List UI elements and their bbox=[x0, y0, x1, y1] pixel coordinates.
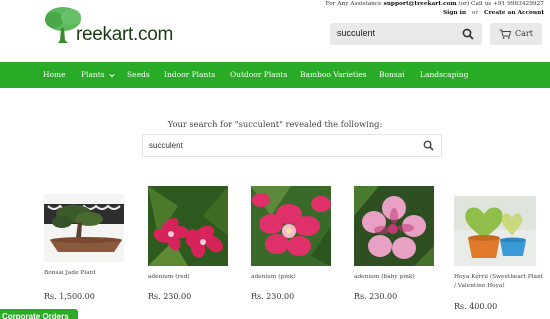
search-icon[interactable] bbox=[423, 140, 434, 151]
chevron-down-icon bbox=[109, 73, 115, 77]
nav-item-plants-label: Plants bbox=[81, 70, 105, 79]
product-image-adenium-pink[interactable] bbox=[251, 186, 331, 266]
nav-item-plants[interactable]: Plants bbox=[81, 70, 115, 79]
nav-item-bamboo-varieties[interactable]: Bamboo Varieties bbox=[300, 70, 367, 79]
product-image-adenium-red[interactable] bbox=[148, 186, 228, 266]
sign-in-link[interactable]: Sign in bbox=[443, 10, 466, 16]
main-nav: Home Plants Seeds Indoor Plants Outdoor … bbox=[0, 62, 550, 88]
assistance-line: For Any Assistance support@treekart.com … bbox=[326, 1, 544, 7]
nav-item-landscaping[interactable]: Landscaping bbox=[420, 70, 468, 79]
product-price: Rs. 400.00 bbox=[454, 302, 498, 311]
header-search-input[interactable]: succulent bbox=[330, 23, 482, 45]
product-price: Rs. 230.00 bbox=[251, 292, 295, 301]
product-card[interactable]: Hoya Kerrii (Sweetheart Plant / Valentin… bbox=[454, 186, 546, 311]
product-name[interactable]: adenium (baby pink) bbox=[354, 273, 434, 282]
assistance-email[interactable]: support@treekart.com bbox=[383, 1, 456, 7]
cart-icon bbox=[499, 29, 511, 39]
corporate-orders-tab[interactable]: Corporate Orders bbox=[0, 309, 78, 319]
product-price: Rs. 230.00 bbox=[148, 292, 192, 301]
account-links: Sign in or Create an Account bbox=[443, 10, 544, 16]
product-name[interactable]: Hoya Kerrii (Sweetheart Plant / Valentin… bbox=[454, 273, 546, 291]
header-search-value: succulent bbox=[337, 28, 376, 38]
search-icon[interactable] bbox=[462, 28, 474, 40]
logo-text: reekart.com bbox=[76, 24, 174, 45]
nav-item-indoor-plants[interactable]: Indoor Plants bbox=[164, 70, 215, 79]
or-separator: or bbox=[471, 10, 479, 16]
product-image-bonsai-jade[interactable] bbox=[44, 194, 124, 262]
nav-item-bonsai[interactable]: Bonsai bbox=[379, 70, 405, 79]
logo[interactable]: reekart.com bbox=[43, 6, 173, 46]
product-image-hoya-kerrii[interactable] bbox=[454, 196, 536, 266]
search-result-title: Your search for "succulent" revealed the… bbox=[167, 119, 383, 129]
product-price: Rs. 1,500.00 bbox=[44, 292, 95, 301]
results-search-input[interactable]: succulent bbox=[142, 134, 442, 157]
cart-label: Cart bbox=[515, 29, 533, 38]
product-price: Rs. 230.00 bbox=[354, 292, 398, 301]
product-card[interactable]: adenium (pink) Rs. 230.00 bbox=[251, 186, 331, 301]
product-name[interactable]: Bonsai Jade Plant bbox=[44, 269, 124, 278]
cart-button[interactable]: Cart bbox=[490, 23, 542, 45]
nav-item-home[interactable]: Home bbox=[43, 70, 66, 79]
product-name[interactable]: adenium (red) bbox=[148, 273, 228, 282]
product-card[interactable]: Bonsai Jade Plant Rs. 1,500.00 bbox=[44, 186, 124, 301]
nav-item-seeds[interactable]: Seeds bbox=[127, 70, 150, 79]
nav-item-outdoor-plants[interactable]: Outdoor Plants bbox=[230, 70, 287, 79]
assistance-phone: (or) Call us +91 9963429927 bbox=[458, 1, 544, 7]
assistance-prefix: For Any Assistance bbox=[325, 1, 382, 7]
product-name[interactable]: adenium (pink) bbox=[251, 273, 331, 282]
results-search-value: succulent bbox=[149, 141, 183, 150]
product-card[interactable]: adenium (baby pink) Rs. 230.00 bbox=[354, 186, 434, 301]
product-image-adenium-baby-pink[interactable] bbox=[354, 186, 434, 266]
product-card[interactable]: adenium (red) Rs. 230.00 bbox=[148, 186, 228, 301]
create-account-link[interactable]: Create an Account bbox=[484, 10, 544, 16]
